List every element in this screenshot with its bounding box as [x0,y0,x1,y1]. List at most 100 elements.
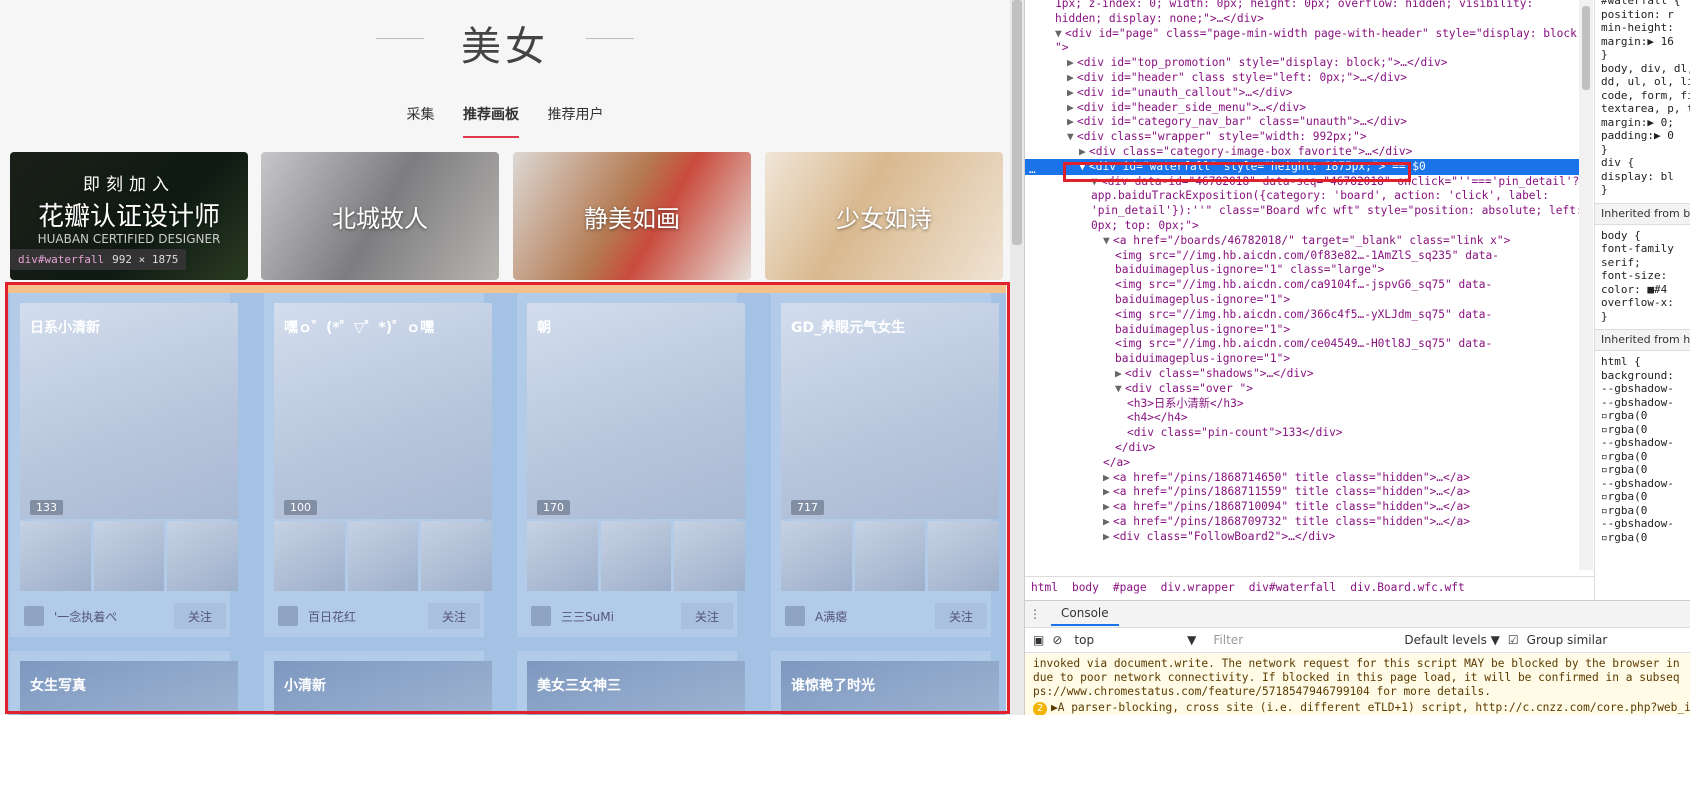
style-rule-line[interactable]: ▫rgba(0 [1601,504,1647,518]
style-rule-line[interactable]: serif; [1601,256,1641,270]
dom-node-line[interactable]: ▶ <div id="category_nav_bar" class="unaut… [1025,114,1407,130]
console-message[interactable]: ▶A parser-blocking, cross site (i.e. dif… [1051,701,1690,714]
dom-node-line[interactable]: hidden; display: none;">…</div> [1025,11,1264,27]
expand-triangle-icon[interactable]: ▶ [1067,55,1077,71]
elements-scrollbar-thumb[interactable] [1582,6,1590,90]
drawer-menu-icon[interactable]: ⋮ [1025,607,1045,621]
dom-node-line[interactable]: ▶ <a href="/pins/1868714650" title class=… [1025,470,1470,486]
dom-node-line[interactable]: ▼ <div class="over "> [1025,381,1253,397]
dom-node-line[interactable]: ▶ <div class="category-image-box favorite… [1025,144,1412,160]
dom-node-line[interactable]: baiduimageplus-ignore="1"> [1025,292,1290,308]
dom-node-line[interactable]: ▶ <div id="header" class style="left: 0px… [1025,70,1407,86]
dom-node-line[interactable]: ▶ <div id="unauth_callout">…</div> [1025,85,1293,101]
dom-node-line[interactable]: ▶ <div id="top_promotion" style="display:… [1025,55,1447,71]
expand-triangle-icon[interactable]: ▶ [1103,470,1113,486]
dom-node-line[interactable]: ▶ <div class="shadows">…</div> [1025,366,1314,382]
dom-node-line[interactable]: ▶ <a href="/pins/1868709732" title class=… [1025,514,1470,530]
breadcrumb-item[interactable]: html [1031,581,1058,594]
style-rule-line[interactable]: ▫rgba(0 [1601,409,1647,423]
style-rule-line[interactable]: body, div, dl, [1601,62,1690,76]
dom-node-line[interactable]: <img src="//img.hb.aicdn.com/366c4f5…-yX… [1025,307,1492,323]
style-rule-line[interactable]: margin:▶ 0; [1601,116,1674,130]
expand-triangle-icon[interactable]: ▶ [1067,100,1077,116]
style-rule-line[interactable]: overflow-x: [1601,296,1674,310]
dom-node-line[interactable]: ▶ <a href="/pins/1868710094" title class=… [1025,499,1470,515]
style-rule-line[interactable]: --gbshadow- [1601,517,1674,531]
breadcrumb-item[interactable]: div.wrapper [1161,581,1235,594]
style-rule-line[interactable]: --gbshadow- [1601,477,1674,491]
page-scrollbar-thumb[interactable] [1012,0,1022,245]
breadcrumb-item[interactable]: #page [1113,581,1147,594]
style-rule-line[interactable]: div { [1601,156,1634,170]
style-rule-line[interactable]: ▫rgba(0 [1601,531,1647,545]
dom-node-line[interactable]: baiduimageplus-ignore="1"> [1025,351,1290,367]
clear-console-icon[interactable]: ⊘ [1052,633,1062,647]
breadcrumb-item[interactable]: div.Board.wfc.wft [1350,581,1465,594]
style-rule-line[interactable]: --gbshadow- [1601,436,1674,450]
expand-triangle-icon[interactable]: ▶ [1103,499,1113,515]
style-rule-line[interactable]: ▫rgba(0 [1601,450,1647,464]
style-rule-line[interactable]: --gbshadow- [1601,396,1674,410]
style-rule-line[interactable]: ▫rgba(0 [1601,463,1647,477]
style-rule-line[interactable]: ▫rgba(0 [1601,490,1647,504]
expand-triangle-icon[interactable]: ▶ [1103,484,1113,500]
dom-node-line[interactable]: app.baiduTrackExposition({category: 'boa… [1025,188,1549,204]
dom-node-line[interactable]: </a> [1025,455,1130,471]
style-rule-line[interactable]: textarea, p, t [1601,102,1690,116]
style-rule-line[interactable]: } [1601,48,1608,62]
style-rule-line[interactable]: background: [1601,369,1674,383]
style-rule-line[interactable]: ▫rgba(0 [1601,423,1647,437]
expand-triangle-icon[interactable]: ▶ [1067,85,1077,101]
dom-node-line[interactable]: ▼ <div id="page" class="page-min-width pa… [1025,26,1584,42]
style-rule-line[interactable]: } [1601,310,1608,324]
dom-node-line[interactable]: 0px; top: 0px;"> [1025,218,1199,234]
dom-node-line[interactable]: ▼ <a href="/boards/46782018/" target="_bl… [1025,233,1510,249]
expand-triangle-icon[interactable]: ▶ [1079,144,1089,160]
style-rule-line[interactable]: dd, ul, ol, li [1601,75,1690,89]
dom-node-line[interactable]: ▶ <a href="/pins/1868711559" title class=… [1025,484,1470,500]
dom-node-line[interactable]: ▶ <div class="FollowBoard2">…</div> [1025,529,1335,545]
style-rule-line[interactable]: display: bl [1601,170,1674,184]
group-similar-checkbox[interactable]: ☑ [1508,633,1519,647]
dom-node-line[interactable]: </div> [1025,440,1155,456]
dom-node-line[interactable]: baiduimageplus-ignore="1"> [1025,322,1290,338]
expand-triangle-icon[interactable]: ▶ [1067,70,1077,86]
style-rule-line[interactable]: } [1601,143,1608,157]
collapse-triangle-icon[interactable]: ▼ [1103,233,1113,249]
style-rule-line[interactable]: margin:▶ 16 [1601,35,1674,49]
dom-node-line[interactable]: ▼ <div class="wrapper" style="width: 992p… [1025,129,1367,145]
page-scrollbar[interactable] [1010,0,1024,715]
dom-node-line[interactable]: baiduimageplus-ignore="1" class="large"> [1025,262,1384,278]
dom-node-line[interactable]: "> [1025,40,1068,56]
style-rule-line[interactable]: } [1601,183,1608,197]
more-actions-icon[interactable]: … [1029,163,1036,176]
dom-node-line[interactable]: <img src="//img.hb.aicdn.com/ca9104f…-js… [1025,277,1492,293]
style-rule-line[interactable]: padding:▶ 0 [1601,129,1674,143]
style-rule-line[interactable]: html { [1601,355,1641,369]
context-selector[interactable]: top ▼ [1070,630,1200,650]
style-rule-line[interactable]: position: r [1601,8,1674,22]
dom-node-line[interactable]: 'pin_detail'}):''" class="Board wfc wft"… [1025,203,1583,219]
dom-node-line[interactable]: <img src="//img.hb.aicdn.com/ce04549…-H0… [1025,336,1492,352]
dom-node-line[interactable]: <img src="//img.hb.aicdn.com/0f83e82…-1A… [1025,248,1499,264]
tab-recommended-users[interactable]: 推荐用户 [547,104,603,136]
log-levels-dropdown[interactable]: Default levels ▼ [1404,633,1500,647]
tab-console[interactable]: Console [1051,602,1119,626]
collapse-triangle-icon[interactable]: ▼ [1055,26,1065,42]
dom-node-line[interactable]: <h4></h4> [1025,410,1188,426]
expand-triangle-icon[interactable]: ▶ [1067,114,1077,130]
filter-input[interactable]: Filter [1208,630,1397,650]
dom-node-line[interactable]: <div class="pin-count">133</div> [1025,425,1343,441]
sidebar-toggle-icon[interactable]: ▣ [1033,633,1044,647]
style-rule-line[interactable]: font-family [1601,242,1674,256]
banner-jingmei[interactable]: 静美如画 [513,152,751,280]
expand-triangle-icon[interactable]: ▶ [1115,366,1125,382]
breadcrumb-item[interactable]: body [1072,581,1099,594]
style-rule-line[interactable]: color: ■#4 [1601,283,1667,297]
expand-triangle-icon[interactable]: ▶ [1103,529,1113,545]
collapse-triangle-icon[interactable]: ▼ [1067,129,1077,145]
breadcrumb-item[interactable]: div#waterfall [1249,581,1337,594]
tab-collect[interactable]: 采集 [407,104,435,136]
style-rule-line[interactable]: body { [1601,229,1641,243]
expand-triangle-icon[interactable]: ▶ [1103,514,1113,530]
